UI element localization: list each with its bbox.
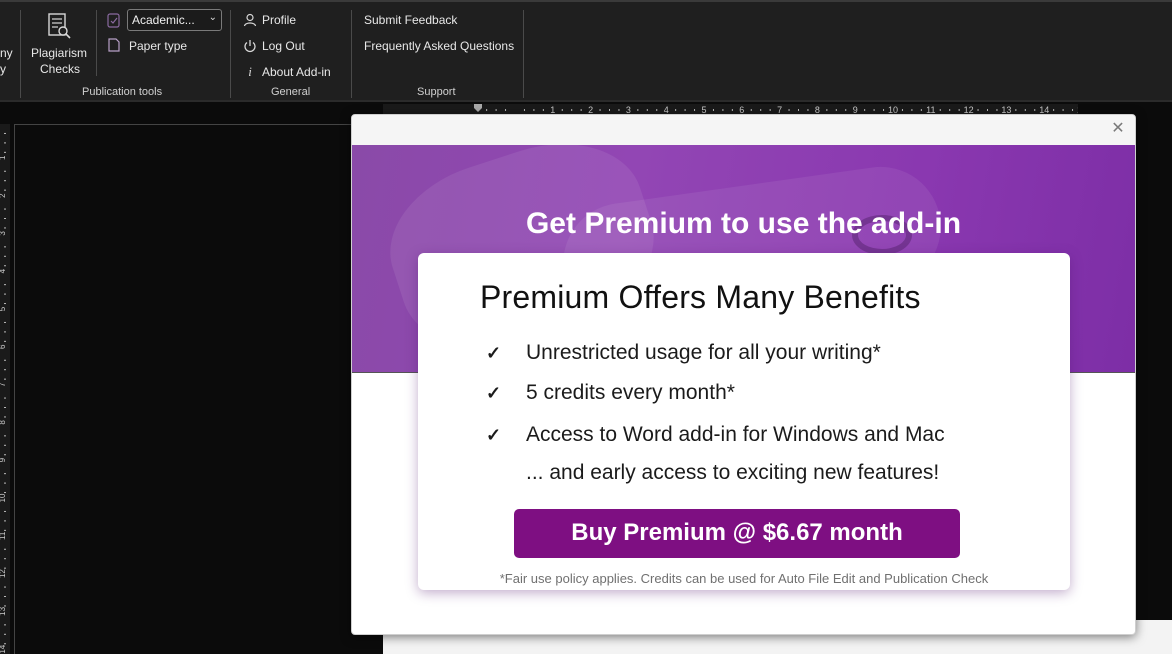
document-search-icon — [48, 13, 71, 39]
page-margin-line — [14, 124, 15, 654]
early-access-text: ... and early access to exciting new fea… — [526, 461, 940, 484]
group-label-general: General — [271, 86, 311, 98]
log-out-button[interactable]: Log Out — [262, 39, 305, 54]
vertical-ruler[interactable]: 1234567891011121314 — [0, 124, 10, 654]
ribbon-separator — [523, 10, 524, 98]
plagiarism-checks-button[interactable]: Plagiarism Checks — [26, 8, 92, 84]
ruler-number: 9 — [0, 457, 7, 462]
check-icon: ✓ — [486, 425, 502, 445]
check-icon: ✓ — [486, 383, 502, 403]
ruler-number: 12 — [0, 569, 7, 578]
hero-title: Get Premium to use the add-in — [525, 207, 962, 240]
ruler-number: 7 — [0, 382, 7, 387]
benefit-item: 5 credits every month* — [526, 381, 735, 404]
ruler-number: 10 — [0, 493, 7, 502]
benefit-item: Unrestricted usage for all your writing* — [526, 341, 881, 364]
profile-button[interactable]: Profile — [262, 13, 296, 28]
academic-style-dropdown[interactable]: Academic... ⌄ — [127, 9, 222, 31]
power-icon — [244, 40, 256, 53]
buy-premium-button[interactable]: Buy Premium @ $6.67 month — [514, 509, 960, 558]
ruler-number: 3 — [0, 231, 7, 236]
check-icon: ✓ — [486, 343, 502, 363]
ruler-number: 5 — [0, 306, 7, 311]
card-title: Premium Offers Many Benefits — [480, 279, 921, 315]
ruler-number: 8 — [0, 420, 7, 425]
ribbon-separator — [96, 10, 97, 76]
paper-type-button[interactable]: Paper type — [129, 39, 187, 54]
ruler-number: 13 — [0, 606, 7, 615]
about-add-in-button[interactable]: About Add-in — [262, 65, 331, 80]
ruler-number: 14 — [0, 644, 7, 653]
ruler-number: 4 — [0, 268, 7, 273]
dialog-titlebar: ✕ — [352, 115, 1135, 145]
partial-button-label-bottom[interactable]: y — [0, 62, 6, 77]
indent-marker-icon[interactable] — [474, 104, 482, 112]
benefit-item: Access to Word add-in for Windows and Ma… — [526, 423, 945, 446]
plagiarism-label-1: Plagiarism — [31, 46, 88, 60]
group-label-support: Support — [417, 86, 456, 98]
info-icon: i — [248, 64, 252, 79]
combo-value: Academic... — [132, 13, 195, 27]
ribbon: ny y Plagiarism Checks Academic... ⌄ Pap… — [0, 0, 1172, 101]
faq-button[interactable]: Frequently Asked Questions — [364, 39, 514, 54]
chevron-down-icon: ⌄ — [208, 12, 217, 23]
premium-dialog: ✕ Get Premium to use the add-in Premium … — [351, 114, 1136, 635]
partial-button-label-top[interactable]: ny — [0, 46, 13, 61]
submit-feedback-button[interactable]: Submit Feedback — [364, 13, 457, 28]
page-margin-line — [14, 124, 354, 125]
fair-use-footnote: *Fair use policy applies. Credits can be… — [499, 571, 989, 586]
ruler-number: 2 — [0, 193, 7, 198]
plagiarism-label-2: Checks — [40, 62, 81, 76]
clipboard-check-icon — [107, 13, 120, 28]
ribbon-separator — [351, 10, 352, 98]
ruler-number: 1 — [0, 155, 7, 160]
ruler-number: 11 — [0, 531, 7, 540]
vertical-ruler-ticks: 1234567891011121314 — [0, 132, 7, 654]
ribbon-separator — [20, 10, 21, 98]
group-label-publication-tools: Publication tools — [82, 86, 163, 98]
user-icon — [243, 13, 257, 27]
ribbon-separator — [230, 10, 231, 98]
ribbon-border — [0, 100, 1172, 102]
close-icon[interactable]: ✕ — [1109, 120, 1127, 138]
paper-type-icon — [108, 38, 120, 52]
benefits-card: Premium Offers Many Benefits ✓ Unrestric… — [418, 253, 1070, 590]
ruler-number: 6 — [0, 344, 7, 349]
